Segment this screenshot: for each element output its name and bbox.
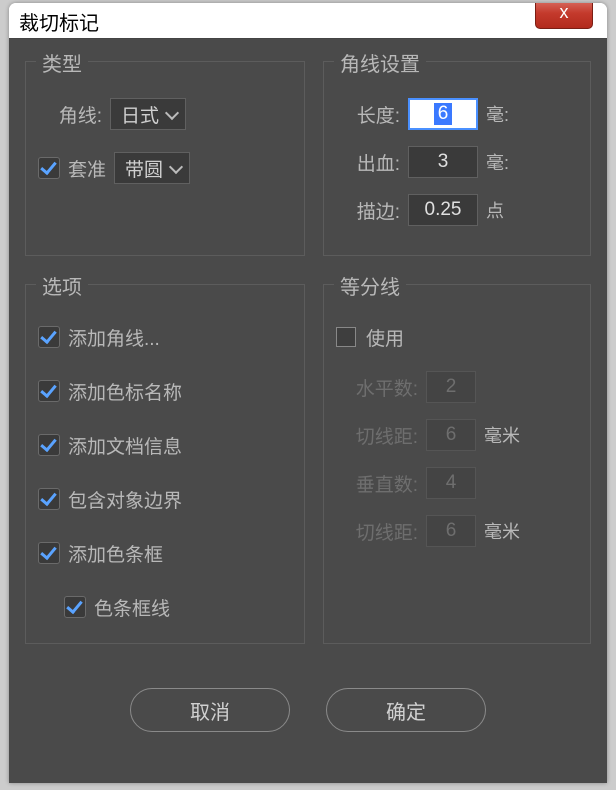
checkbox-add-corner-lines[interactable]: [38, 326, 60, 348]
label-h-dist: 切线距:: [336, 422, 418, 449]
select-registration-style[interactable]: 带圆: [114, 152, 190, 184]
label-bleed: 出血:: [336, 149, 400, 176]
group-options: 选项 添加角线... 添加色标名称 添加文档信息 包含对象边界 添加色条框 色条…: [25, 284, 305, 644]
unit-v-dist: 毫米: [484, 518, 520, 544]
label-v-dist: 切线距:: [336, 518, 418, 545]
select-registration-value: 带圆: [125, 155, 163, 182]
close-button[interactable]: x: [535, 3, 593, 29]
input-stroke[interactable]: 0.25: [408, 194, 478, 226]
unit-bleed: 毫:: [486, 149, 509, 175]
chevron-down-icon: [167, 108, 177, 118]
label-length: 长度:: [336, 101, 400, 128]
checkbox-include-bounds[interactable]: [38, 488, 60, 510]
select-corner-style[interactable]: 日式: [110, 98, 186, 130]
input-stroke-value: 0.25: [425, 199, 462, 221]
ok-button[interactable]: 确定: [326, 688, 486, 732]
titlebar: 裁切标记 x: [9, 3, 607, 39]
select-corner-style-value: 日式: [121, 101, 159, 128]
group-legend-divisions: 等分线: [334, 271, 406, 300]
option-label: 添加角线...: [68, 324, 160, 351]
input-h-dist: 6: [426, 419, 476, 451]
label-h-count: 水平数:: [336, 374, 418, 401]
dialog-footer: 取消 确定: [25, 688, 591, 732]
label-v-count: 垂直数:: [336, 470, 418, 497]
checkbox-use-divisions[interactable]: [336, 327, 356, 347]
group-corner-settings: 角线设置 长度: 6 毫: 出血: 3 毫: 描边: 0.25 点: [323, 61, 591, 256]
dialog-title: 裁切标记: [19, 7, 99, 36]
group-legend-options: 选项: [36, 271, 88, 300]
unit-h-dist: 毫米: [484, 422, 520, 448]
option-label: 添加文档信息: [68, 432, 182, 459]
label-registration: 套准: [68, 155, 106, 182]
input-length-value: 6: [434, 103, 453, 125]
input-length[interactable]: 6: [408, 98, 478, 130]
input-v-count: 4: [426, 467, 476, 499]
label-corner-marks: 角线:: [38, 101, 102, 128]
label-use-divisions: 使用: [366, 324, 404, 351]
chevron-down-icon: [171, 162, 181, 172]
cancel-button[interactable]: 取消: [130, 688, 290, 732]
unit-length: 毫:: [486, 101, 509, 127]
dialog-window: 裁切标记 x 类型 角线: 日式: [9, 3, 607, 783]
label-stroke: 描边:: [336, 197, 400, 224]
checkbox-color-bar-stroke[interactable]: [64, 596, 86, 618]
checkbox-add-doc-info[interactable]: [38, 434, 60, 456]
checkbox-add-swatch-names[interactable]: [38, 380, 60, 402]
checkbox-registration[interactable]: [38, 157, 60, 179]
group-legend-type: 类型: [36, 48, 88, 77]
group-divisions: 等分线 使用 水平数: 2 切线距: 6 毫米: [323, 284, 591, 644]
dialog-body: 类型 角线: 日式 套准 带圆: [9, 39, 607, 783]
option-label: 包含对象边界: [68, 486, 182, 513]
checkbox-add-color-bars[interactable]: [38, 542, 60, 564]
group-type: 类型 角线: 日式 套准 带圆: [25, 61, 305, 256]
input-v-dist: 6: [426, 515, 476, 547]
option-label: 添加色标名称: [68, 378, 182, 405]
option-label: 色条框线: [94, 594, 170, 621]
input-bleed[interactable]: 3: [408, 146, 478, 178]
input-h-count: 2: [426, 371, 476, 403]
option-label: 添加色条框: [68, 540, 163, 567]
input-bleed-value: 3: [438, 151, 449, 173]
unit-stroke: 点: [486, 197, 504, 223]
group-legend-corner-settings: 角线设置: [334, 48, 426, 77]
